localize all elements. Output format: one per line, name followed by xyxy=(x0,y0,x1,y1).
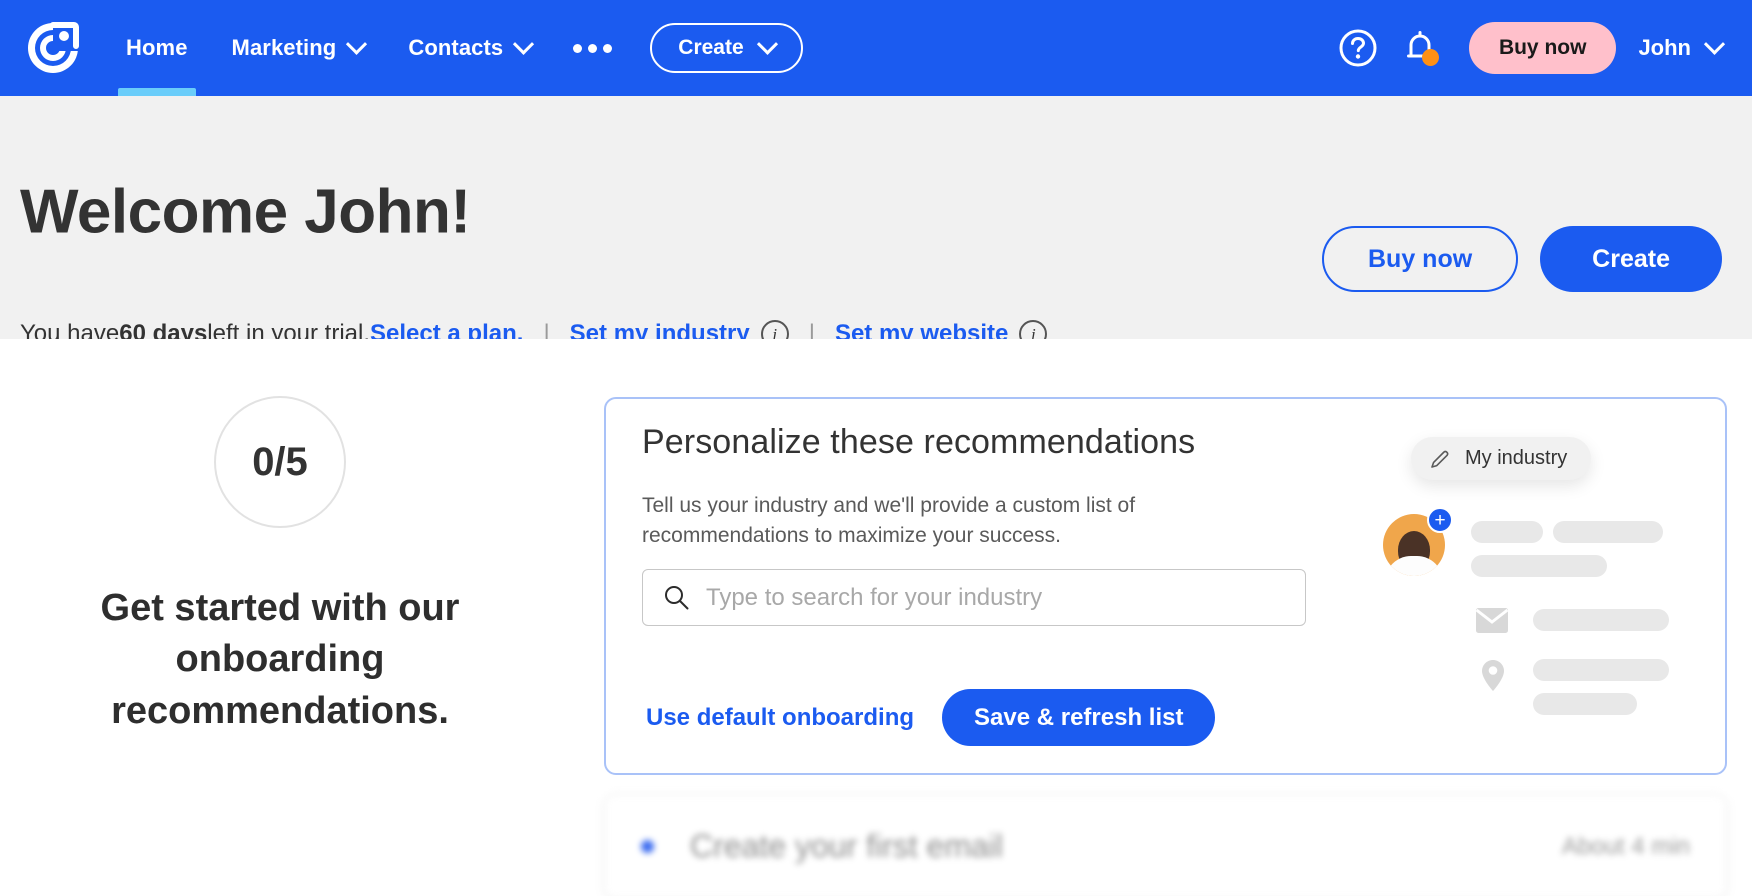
nav-item-contacts[interactable]: Contacts xyxy=(386,0,553,96)
placeholder-bar xyxy=(1471,555,1607,577)
nav-buy-now-button[interactable]: Buy now xyxy=(1468,22,1617,74)
chevron-down-icon xyxy=(1703,33,1726,55)
nav-item-marketing[interactable]: Marketing xyxy=(210,0,387,96)
create-button[interactable]: Create xyxy=(1540,226,1722,292)
placeholder-bar xyxy=(1553,521,1663,543)
save-and-refresh-list-button[interactable]: Save & refresh list xyxy=(942,689,1216,746)
nav-item-home[interactable]: Home xyxy=(104,0,210,96)
nav-buy-now-label: Buy now xyxy=(1498,36,1587,59)
card-title: Personalize these recommendations xyxy=(642,423,1196,461)
onboarding-progress-indicator: 0/5 xyxy=(214,396,346,528)
chevron-down-icon xyxy=(346,33,368,55)
task-duration: About 4 min xyxy=(1561,832,1690,860)
welcome-action-buttons: Buy now Create xyxy=(1322,226,1722,292)
user-account-label: John xyxy=(1638,35,1691,60)
ellipsis-icon[interactable] xyxy=(553,0,632,96)
task-title: Create your first email xyxy=(690,828,1003,864)
nav-create-label: Create xyxy=(678,36,744,59)
bullet-dot-icon xyxy=(641,840,654,853)
personalize-recommendations-card: Personalize these recommendations Tell u… xyxy=(604,397,1727,775)
placeholder-bar xyxy=(1533,693,1637,715)
buy-now-button[interactable]: Buy now xyxy=(1322,226,1519,292)
placeholder-bar xyxy=(1471,521,1543,543)
nav-item-marketing-label: Marketing xyxy=(231,35,337,60)
placeholder-bar xyxy=(1533,609,1669,631)
nav-item-contacts-label: Contacts xyxy=(408,35,504,60)
top-navigation-bar: Home Marketing Contacts Create Buy now J… xyxy=(0,0,1752,96)
constant-contact-logo-icon[interactable] xyxy=(22,17,84,79)
nav-item-home-label: Home xyxy=(126,35,188,60)
page-title: Welcome John! xyxy=(20,177,471,247)
placeholder-bar xyxy=(1533,659,1669,681)
chevron-down-icon xyxy=(513,33,535,55)
envelope-icon xyxy=(1475,607,1509,639)
help-circle-icon[interactable] xyxy=(1327,17,1389,79)
chevron-down-icon xyxy=(756,33,778,55)
use-default-onboarding-link[interactable]: Use default onboarding xyxy=(642,704,918,732)
onboarding-progress-value: 0/5 xyxy=(252,439,308,484)
task-row-create-first-email[interactable]: Create your first email About 4 min xyxy=(604,794,1727,896)
card-subtitle: Tell us your industry and we'll provide … xyxy=(642,494,1136,547)
onboarding-heading: Get started with our onboarding recommen… xyxy=(100,587,460,732)
card-action-buttons: Use default onboarding Save & refresh li… xyxy=(642,689,1216,746)
welcome-banner: Welcome John! You have 60 days left in y… xyxy=(0,96,1752,348)
notification-badge xyxy=(1421,49,1439,66)
main-content: 0/5 Get started with our onboarding reco… xyxy=(0,339,1752,896)
my-industry-pill: My industry xyxy=(1411,437,1592,480)
primary-nav-links: Home Marketing Contacts Create xyxy=(104,0,803,96)
bell-icon[interactable] xyxy=(1389,17,1451,79)
my-industry-pill-label: My industry xyxy=(1465,447,1568,469)
onboarding-summary: 0/5 Get started with our onboarding reco… xyxy=(30,396,530,737)
add-contact-badge-icon: + xyxy=(1427,507,1453,533)
nav-create-button[interactable]: Create xyxy=(650,23,803,73)
pencil-icon xyxy=(1431,450,1449,468)
industry-search-field[interactable]: Type to search for your industry xyxy=(642,569,1306,626)
location-pin-icon xyxy=(1481,659,1505,697)
search-icon xyxy=(665,586,689,610)
nav-right-cluster: Buy now John xyxy=(1327,17,1726,79)
industry-illustration: My industry + xyxy=(1383,419,1703,749)
industry-search-placeholder: Type to search for your industry xyxy=(706,583,1043,611)
user-account-menu[interactable]: John xyxy=(1638,33,1726,61)
